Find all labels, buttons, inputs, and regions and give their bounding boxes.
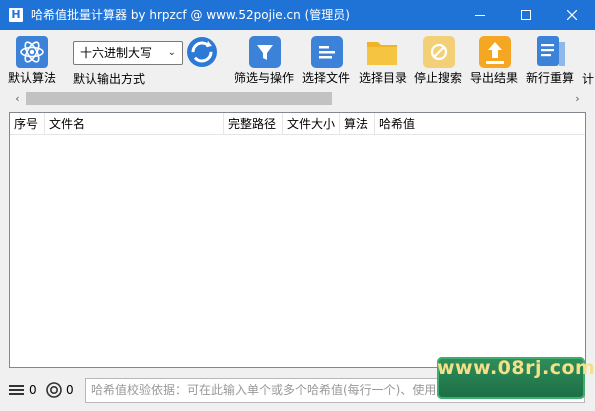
title-bar[interactable]: H 哈希值批量计算器 by hrpzcf @ www.52pojie.cn (管…: [0, 0, 595, 30]
stop-icon: [423, 36, 455, 68]
file-list-icon: [311, 36, 343, 68]
default-algorithm-label: 默认算法: [8, 71, 57, 85]
app-icon: H: [9, 8, 23, 22]
refresh-icon[interactable]: [186, 36, 218, 68]
watermark-badge: www.08rj.com: [437, 357, 595, 399]
filter-icon: [249, 36, 281, 68]
overflow-label: 计: [582, 72, 595, 86]
scroll-thumb[interactable]: [26, 92, 332, 105]
scroll-right-icon[interactable]: ›: [569, 90, 586, 107]
horizontal-scrollbar[interactable]: ‹ ›: [9, 90, 586, 107]
filter-label: 筛选与操作: [234, 71, 295, 85]
default-algorithm-button[interactable]: 默认算法: [8, 36, 60, 88]
maximize-button[interactable]: [503, 0, 549, 30]
output-format-select[interactable]: 十六进制大写 ⌄: [73, 41, 183, 65]
target-icon: [46, 382, 62, 398]
column-header-algorithm[interactable]: 算法: [340, 113, 375, 135]
export-results-button[interactable]: 导出结果: [470, 36, 520, 88]
filter-button[interactable]: 筛选与操作: [234, 36, 296, 88]
stop-search-label: 停止搜索: [414, 71, 463, 85]
minimize-button[interactable]: [457, 0, 503, 30]
output-format-label: 默认输出方式: [73, 72, 146, 86]
column-header-index[interactable]: 序号: [10, 113, 45, 135]
document-icon: [537, 36, 565, 66]
scroll-left-icon[interactable]: ‹: [9, 90, 26, 107]
watermark-text: www.08rj.com: [437, 357, 595, 379]
select-file-label: 选择文件: [302, 71, 351, 85]
close-icon: [567, 10, 577, 20]
task-count: 0: [66, 383, 74, 397]
toolbar: 默认算法 十六进制大写 ⌄ 默认输出方式 筛选与操作 选择文件 选择目录 停止搜…: [0, 30, 595, 88]
close-button[interactable]: [549, 0, 595, 30]
results-table[interactable]: 序号 文件名 完整路径 文件大小 算法 哈希值: [9, 112, 586, 368]
output-format-value: 十六进制大写: [80, 46, 153, 60]
column-header-hash[interactable]: 哈希值: [375, 113, 585, 135]
atom-icon: [16, 36, 48, 68]
select-directory-label: 选择目录: [359, 71, 408, 85]
list-icon: [9, 385, 24, 395]
export-icon: [479, 36, 511, 68]
stop-search-button[interactable]: 停止搜索: [414, 36, 464, 88]
column-header-filename[interactable]: 文件名: [45, 113, 224, 135]
file-count: 0: [29, 383, 37, 397]
folder-icon: [367, 42, 397, 65]
app-window: H 哈希值批量计算器 by hrpzcf @ www.52pojie.cn (管…: [0, 0, 595, 411]
column-header-size[interactable]: 文件大小: [283, 113, 340, 135]
column-header-path[interactable]: 完整路径: [224, 113, 283, 135]
recalculate-button[interactable]: 新行重算: [526, 36, 578, 88]
table-header: 序号 文件名 完整路径 文件大小 算法 哈希值: [10, 113, 585, 135]
window-title: 哈希值批量计算器 by hrpzcf @ www.52pojie.cn (管理员…: [31, 8, 350, 22]
select-directory-button[interactable]: 选择目录: [359, 36, 409, 88]
recalculate-label: 新行重算: [526, 71, 575, 85]
export-results-label: 导出结果: [470, 71, 519, 85]
chevron-down-icon: ⌄: [167, 47, 176, 58]
select-file-button[interactable]: 选择文件: [302, 36, 352, 88]
